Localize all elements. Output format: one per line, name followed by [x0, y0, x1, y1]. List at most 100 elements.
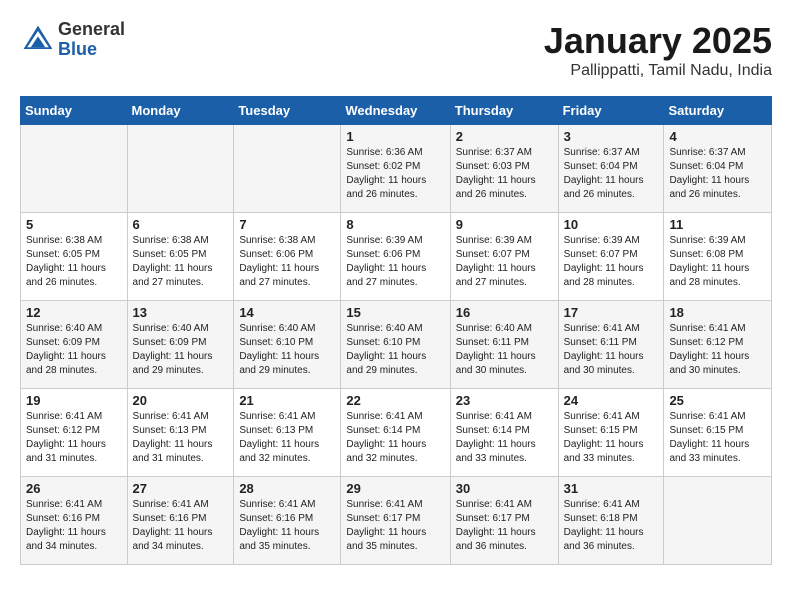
- day-info: Sunrise: 6:41 AM Sunset: 6:12 PM Dayligh…: [26, 410, 122, 466]
- logo-blue: Blue: [58, 40, 125, 60]
- weekday-header-saturday: Saturday: [664, 97, 772, 125]
- page-header: General Blue January 2025 Pallippatti, T…: [20, 20, 772, 80]
- day-info: Sunrise: 6:39 AM Sunset: 6:08 PM Dayligh…: [669, 234, 766, 290]
- day-number: 13: [133, 305, 229, 320]
- day-number: 29: [346, 481, 444, 496]
- day-number: 2: [456, 129, 553, 144]
- day-info: Sunrise: 6:41 AM Sunset: 6:16 PM Dayligh…: [26, 498, 122, 554]
- calendar-cell: [21, 125, 128, 213]
- calendar-title: January 2025: [544, 20, 772, 62]
- weekday-header-wednesday: Wednesday: [341, 97, 450, 125]
- calendar-cell: 16Sunrise: 6:40 AM Sunset: 6:11 PM Dayli…: [450, 301, 558, 389]
- weekday-header-sunday: Sunday: [21, 97, 128, 125]
- weekday-header-row: SundayMondayTuesdayWednesdayThursdayFrid…: [21, 97, 772, 125]
- calendar-cell: 23 Sunrise: 6:41 AM Sunset: 6:14 PM Dayli…: [450, 389, 558, 477]
- day-number: 1: [346, 129, 444, 144]
- day-info: Sunrise: 6:41 AM Sunset: 6:14 PM Dayligh…: [346, 410, 444, 466]
- day-number: 8: [346, 217, 444, 232]
- weekday-header-friday: Friday: [558, 97, 664, 125]
- calendar-cell: 21Sunrise: 6:41 AM Sunset: 6:13 PM Dayli…: [234, 389, 341, 477]
- calendar-cell: 15Sunrise: 6:40 AM Sunset: 6:10 PM Dayli…: [341, 301, 450, 389]
- calendar-cell: 20 Sunrise: 6:41 AM Sunset: 6:13 PM Dayli…: [127, 389, 234, 477]
- calendar-cell: 7 Sunrise: 6:38 AM Sunset: 6:06 PM Daylig…: [234, 213, 341, 301]
- calendar-cell: [234, 125, 341, 213]
- calendar-subtitle: Pallippatti, Tamil Nadu, India: [544, 62, 772, 80]
- day-info: Sunrise: 6:41 AM Sunset: 6:18 PM Dayligh…: [564, 498, 659, 554]
- calendar-cell: 28Sunrise: 6:41 AM Sunset: 6:16 PM Dayli…: [234, 477, 341, 565]
- day-number: 7: [239, 217, 335, 232]
- calendar-cell: 3Sunrise: 6:37 AM Sunset: 6:04 PM Daylig…: [558, 125, 664, 213]
- day-number: 10: [564, 217, 659, 232]
- day-number: 25: [669, 393, 766, 408]
- day-info: Sunrise: 6:41 AM Sunset: 6:14 PM Dayligh…: [456, 410, 553, 466]
- calendar-week-row: 5 Sunrise: 6:38 AM Sunset: 6:05 PM Daylig…: [21, 213, 772, 301]
- day-number: 19: [26, 393, 122, 408]
- day-info: Sunrise: 6:40 AM Sunset: 6:09 PM Dayligh…: [133, 322, 229, 378]
- day-info: Sunrise: 6:38 AM Sunset: 6:05 PM Dayligh…: [133, 234, 229, 290]
- day-number: 26: [26, 481, 122, 496]
- day-info: Sunrise: 6:37 AM Sunset: 6:04 PM Dayligh…: [669, 146, 766, 202]
- day-number: 5: [26, 217, 122, 232]
- calendar-cell: 18Sunrise: 6:41 AM Sunset: 6:12 PM Dayli…: [664, 301, 772, 389]
- day-info: Sunrise: 6:41 AM Sunset: 6:11 PM Dayligh…: [564, 322, 659, 378]
- day-info: Sunrise: 6:40 AM Sunset: 6:11 PM Dayligh…: [456, 322, 553, 378]
- day-info: Sunrise: 6:40 AM Sunset: 6:10 PM Dayligh…: [239, 322, 335, 378]
- day-number: 22: [346, 393, 444, 408]
- day-info: Sunrise: 6:41 AM Sunset: 6:16 PM Dayligh…: [133, 498, 229, 554]
- calendar-cell: 14 Sunrise: 6:40 AM Sunset: 6:10 PM Dayli…: [234, 301, 341, 389]
- day-number: 6: [133, 217, 229, 232]
- day-info: Sunrise: 6:41 AM Sunset: 6:17 PM Dayligh…: [456, 498, 553, 554]
- day-number: 18: [669, 305, 766, 320]
- calendar-cell: 30 Sunrise: 6:41 AM Sunset: 6:17 PM Dayli…: [450, 477, 558, 565]
- calendar-cell: 25 Sunrise: 6:41 AM Sunset: 6:15 PM Dayli…: [664, 389, 772, 477]
- calendar-cell: 8 Sunrise: 6:39 AM Sunset: 6:06 PM Daylig…: [341, 213, 450, 301]
- day-info: Sunrise: 6:37 AM Sunset: 6:04 PM Dayligh…: [564, 146, 659, 202]
- calendar-cell: 10 Sunrise: 6:39 AM Sunset: 6:07 PM Dayli…: [558, 213, 664, 301]
- day-info: Sunrise: 6:41 AM Sunset: 6:15 PM Dayligh…: [564, 410, 659, 466]
- calendar-week-row: 1 Sunrise: 6:36 AM Sunset: 6:02 PM Daylig…: [21, 125, 772, 213]
- calendar-table: SundayMondayTuesdayWednesdayThursdayFrid…: [20, 96, 772, 565]
- day-info: Sunrise: 6:41 AM Sunset: 6:13 PM Dayligh…: [133, 410, 229, 466]
- day-number: 21: [239, 393, 335, 408]
- day-number: 20: [133, 393, 229, 408]
- calendar-cell: [127, 125, 234, 213]
- calendar-cell: 12Sunrise: 6:40 AM Sunset: 6:09 PM Dayli…: [21, 301, 128, 389]
- title-block: January 2025 Pallippatti, Tamil Nadu, In…: [544, 20, 772, 80]
- day-number: 15: [346, 305, 444, 320]
- calendar-cell: 4 Sunrise: 6:37 AM Sunset: 6:04 PM Daylig…: [664, 125, 772, 213]
- day-number: 28: [239, 481, 335, 496]
- calendar-cell: 9 Sunrise: 6:39 AM Sunset: 6:07 PM Daylig…: [450, 213, 558, 301]
- calendar-week-row: 26 Sunrise: 6:41 AM Sunset: 6:16 PM Dayli…: [21, 477, 772, 565]
- calendar-cell: 19 Sunrise: 6:41 AM Sunset: 6:12 PM Dayli…: [21, 389, 128, 477]
- calendar-cell: 27 Sunrise: 6:41 AM Sunset: 6:16 PM Dayli…: [127, 477, 234, 565]
- day-number: 4: [669, 129, 766, 144]
- day-info: Sunrise: 6:41 AM Sunset: 6:17 PM Dayligh…: [346, 498, 444, 554]
- day-info: Sunrise: 6:38 AM Sunset: 6:06 PM Dayligh…: [239, 234, 335, 290]
- day-number: 11: [669, 217, 766, 232]
- day-info: Sunrise: 6:36 AM Sunset: 6:02 PM Dayligh…: [346, 146, 444, 202]
- calendar-cell: 22 Sunrise: 6:41 AM Sunset: 6:14 PM Dayli…: [341, 389, 450, 477]
- calendar-cell: 29 Sunrise: 6:41 AM Sunset: 6:17 PM Dayli…: [341, 477, 450, 565]
- calendar-week-row: 19 Sunrise: 6:41 AM Sunset: 6:12 PM Dayli…: [21, 389, 772, 477]
- day-info: Sunrise: 6:39 AM Sunset: 6:07 PM Dayligh…: [564, 234, 659, 290]
- logo-text: General Blue: [58, 20, 125, 60]
- day-number: 27: [133, 481, 229, 496]
- day-number: 30: [456, 481, 553, 496]
- day-number: 14: [239, 305, 335, 320]
- day-info: Sunrise: 6:39 AM Sunset: 6:06 PM Dayligh…: [346, 234, 444, 290]
- day-number: 9: [456, 217, 553, 232]
- logo: General Blue: [20, 20, 125, 60]
- day-info: Sunrise: 6:39 AM Sunset: 6:07 PM Dayligh…: [456, 234, 553, 290]
- day-info: Sunrise: 6:41 AM Sunset: 6:15 PM Dayligh…: [669, 410, 766, 466]
- weekday-header-thursday: Thursday: [450, 97, 558, 125]
- calendar-cell: 11 Sunrise: 6:39 AM Sunset: 6:08 PM Dayli…: [664, 213, 772, 301]
- weekday-header-monday: Monday: [127, 97, 234, 125]
- calendar-cell: [664, 477, 772, 565]
- day-info: Sunrise: 6:37 AM Sunset: 6:03 PM Dayligh…: [456, 146, 553, 202]
- calendar-cell: 26 Sunrise: 6:41 AM Sunset: 6:16 PM Dayli…: [21, 477, 128, 565]
- logo-icon: [20, 22, 56, 58]
- day-number: 23: [456, 393, 553, 408]
- calendar-cell: 5 Sunrise: 6:38 AM Sunset: 6:05 PM Daylig…: [21, 213, 128, 301]
- calendar-cell: 17Sunrise: 6:41 AM Sunset: 6:11 PM Dayli…: [558, 301, 664, 389]
- day-info: Sunrise: 6:38 AM Sunset: 6:05 PM Dayligh…: [26, 234, 122, 290]
